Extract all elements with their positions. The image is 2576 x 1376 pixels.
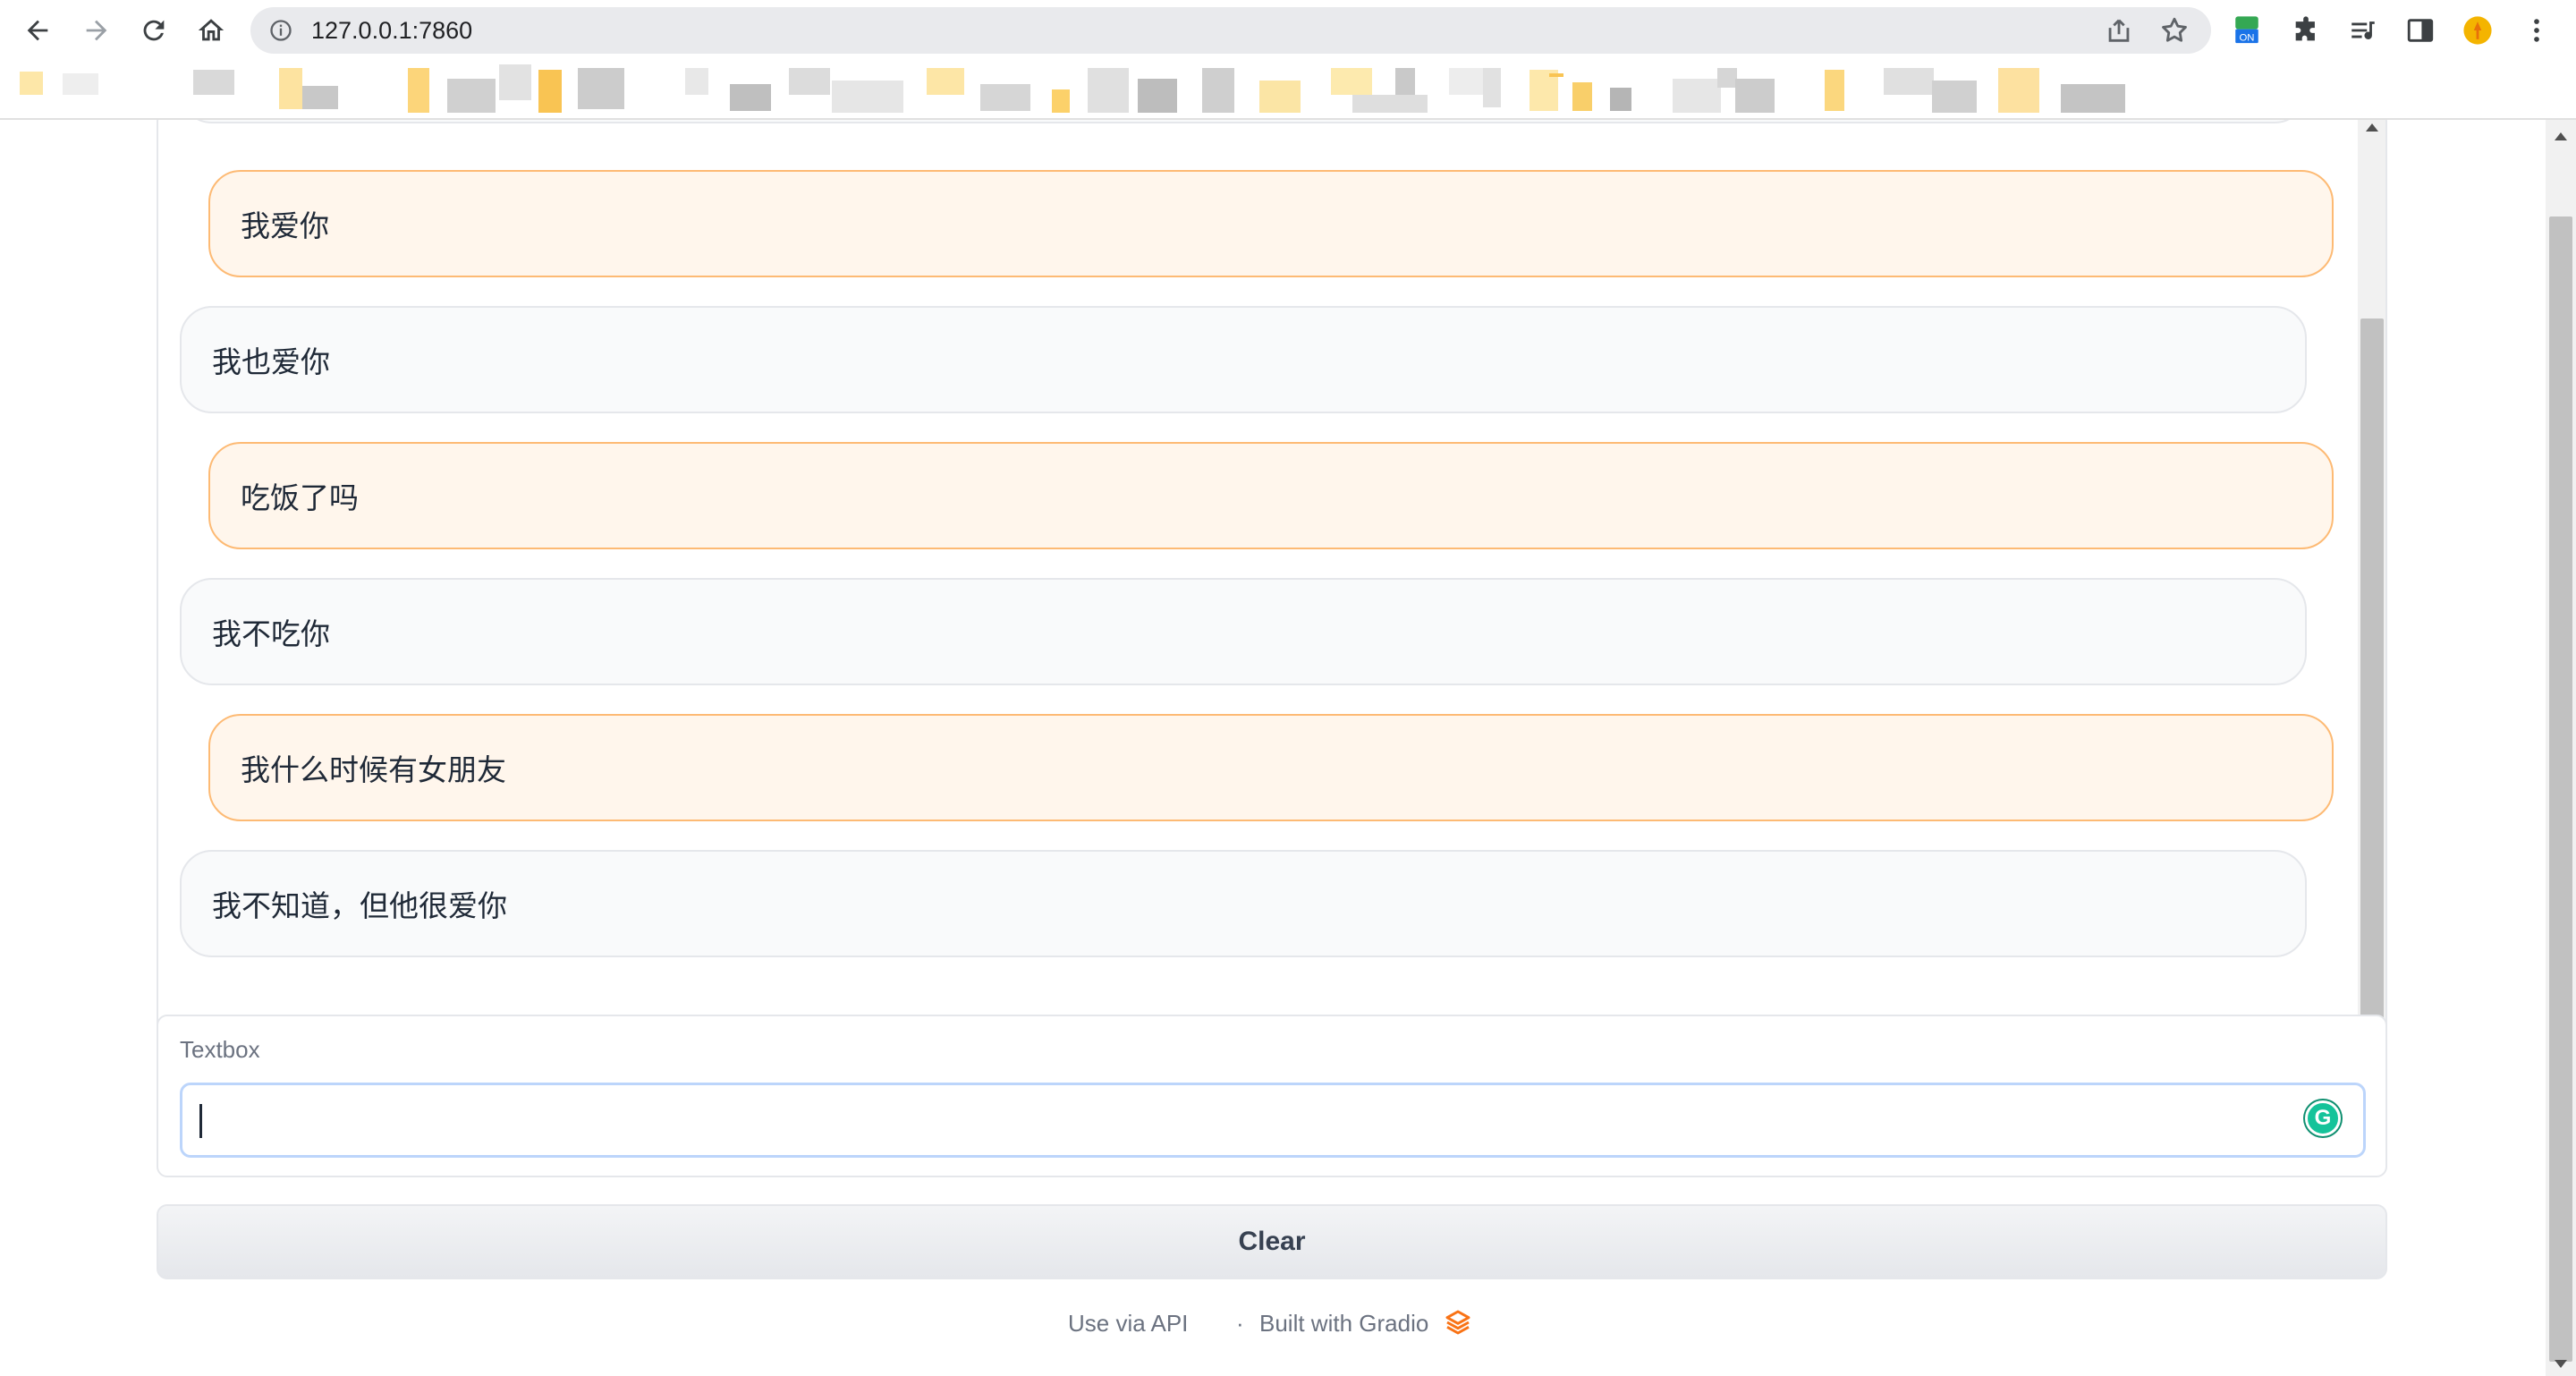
bookmarks-bar-redacted [0,61,2576,120]
page-scrollbar-thumb[interactable] [2549,217,2572,1362]
message-text: 我什么时候有女朋友 [241,752,506,787]
message-text: 我也爱你 [212,344,330,379]
chat-message-user: 吃饭了吗 [208,442,2334,549]
chat-scrollbar-thumb[interactable] [2360,319,2384,1052]
back-arrow-icon [27,20,48,41]
chat-message-user: 我爱你 [208,170,2334,277]
gradio-app: 我爱你 我也爱你 吃饭了吗 我不吃你 我什么时候有女朋友 我不知道，但他很爱你 … [0,120,2546,1376]
chat-message-bot: 我也爱你 [180,306,2307,413]
back-button[interactable] [16,9,59,52]
page-scroll-up-icon[interactable] [2555,132,2567,140]
chat-message-bot: 我不知道，但他很爱你 [180,850,2307,957]
gradio-logo-icon [1445,1310,1470,1335]
bookmark-star-icon[interactable] [2159,15,2190,46]
footer-separator: · [1236,1310,1244,1337]
address-bar[interactable]: 127.0.0.1:7860 [250,7,2211,54]
page-scrollbar[interactable] [2546,120,2576,1376]
extensions-puzzle-icon[interactable] [2288,13,2324,48]
site-info-icon[interactable] [268,18,293,43]
reload-icon [143,20,165,41]
browser-toolbar: 127.0.0.1:7860 ON [0,0,2576,61]
extension-on-badge-icon: ON [2235,16,2258,43]
clear-button[interactable]: Clear [157,1204,2387,1279]
profile-avatar-icon[interactable] [2460,13,2496,48]
forward-button[interactable] [75,9,118,52]
textbox-label: Textbox [180,1036,260,1063]
svg-text:ON: ON [2240,32,2255,43]
media-control-icon[interactable] [2345,13,2381,48]
url-text[interactable]: 127.0.0.1:7860 [311,17,472,45]
message-text: 我不知道，但他很爱你 [212,888,507,923]
reload-button[interactable] [132,9,175,52]
footer: Use via API · Built with Gradio [0,1308,2546,1344]
textbox-block: Textbox G [157,1015,2387,1177]
chat-message-user: 我什么时候有女朋友 [208,714,2334,821]
extension-on-icon[interactable]: ON [2229,13,2265,48]
home-icon [198,19,225,41]
forward-arrow-icon [86,20,107,41]
chatbot-panel[interactable]: 我爱你 我也爱你 吃饭了吗 我不吃你 我什么时候有女朋友 我不知道，但他很爱你 [157,120,2387,1104]
chat-message-bot: 我不吃你 [180,578,2307,685]
message-text: 吃饭了吗 [241,480,359,515]
share-icon[interactable] [2104,15,2134,46]
message-text: 我爱你 [241,208,329,243]
chat-scrollbar[interactable] [2358,120,2385,1097]
built-with-gradio-link[interactable]: Built with Gradio [1259,1310,1428,1338]
message-text: 我不吃你 [212,616,330,651]
home-button[interactable] [190,9,233,52]
browser-menu-icon[interactable] [2519,13,2555,48]
scroll-up-icon[interactable] [2366,123,2378,132]
grammarly-icon[interactable]: G [2305,1100,2341,1136]
message-input[interactable] [180,1083,2366,1158]
page-scroll-down-icon[interactable] [2555,1360,2567,1368]
side-panel-icon[interactable] [2402,13,2438,48]
chat-message-bot-partial [180,120,2307,123]
use-via-api-link[interactable]: Use via API [1068,1310,1188,1338]
text-cursor [199,1104,202,1138]
